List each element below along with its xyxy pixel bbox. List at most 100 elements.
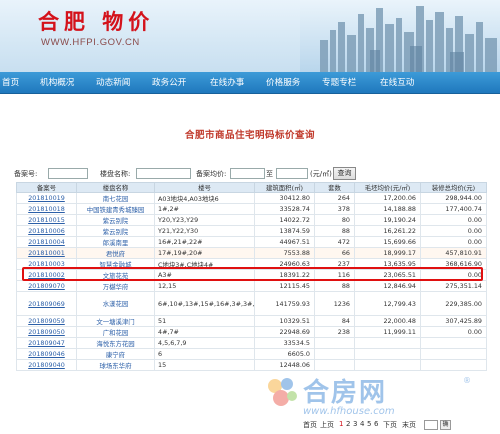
nav-online-service[interactable]: 在线办事 [210,72,244,94]
price-min-input[interactable] [230,168,265,179]
table-row[interactable]: 201809070 万樾华府 12,15 12115.45 88 12,846.94 275… [16,280,487,292]
units-cell: 1236 [314,291,355,316]
table-row[interactable]: 201809047 海悦东方花园 4,5,6,7,9 33534.5 [16,337,487,349]
building-cell: 12,15 [154,280,255,292]
table-row[interactable]: 201809059 文一塘溪津门 51 10329.51 84 22,000.48 307,… [16,315,487,327]
unit-price-cell [354,359,421,371]
project-name-cell[interactable]: 南七花园 [76,192,155,204]
unit-price-cell: 12,846.94 [354,280,421,292]
units-cell [314,337,355,349]
nav-home[interactable]: 首页 [2,72,19,94]
table-row[interactable]: 201809046 康宁府 6 6605.0 [16,348,487,360]
nav-interaction[interactable]: 在线互动 [380,72,414,94]
table-row[interactable]: 201810004 郎溪南里 16#,21#,22# 44967.51 472 15,69… [16,236,487,248]
decoration-price-cell: 298,944.00 [420,192,487,204]
record-number-cell[interactable]: 201809070 [16,280,77,292]
nav-price-service[interactable]: 价格服务 [266,72,300,94]
project-name-cell[interactable]: 球场东华府 [76,359,155,371]
decoration-price-cell: 457,810.91 [420,247,487,259]
search-button[interactable]: 查询 [333,167,356,180]
decoration-price-cell [420,337,487,349]
record-number-cell[interactable]: 201810006 [16,225,77,237]
record-number-cell[interactable]: 201810001 [16,247,77,259]
area-cell: 141759.93 [254,291,315,316]
units-cell: 472 [314,236,355,248]
area-cell: 33534.5 [254,337,315,349]
building-cell: A03地块4,A03地块6 [154,192,255,204]
table-row[interactable]: 201809069水漾花园6#,10#,13#,15#,16#,3#,3#,11… [16,291,487,316]
project-name-cell[interactable]: 海悦东方花园 [76,337,155,349]
pager-page-2[interactable]: 2 [346,420,350,428]
record-number-cell[interactable]: 201809040 [16,359,77,371]
pager-page-4[interactable]: 4 [360,420,364,428]
pager-first[interactable]: 首页 [303,420,317,430]
table-row[interactable]: 201810019 南七花园 A03地块4,A03地块6 30412.80 264 17,… [16,192,487,204]
unit-price-cell: 11,999.11 [354,326,421,338]
project-name-cell[interactable]: 万樾华府 [76,280,155,292]
column-header: 楼盘名称 [76,182,155,193]
project-name-cell[interactable]: 郎溪南里 [76,236,155,248]
building-cell: 17#,19#,20# [154,247,255,259]
project-name-cell[interactable]: 文一塘溪津门 [76,315,155,327]
project-name-cell[interactable]: 水漾花园 [76,291,155,316]
nav-about[interactable]: 机构概况 [40,72,74,94]
project-name-input[interactable] [136,168,191,179]
pager-next[interactable]: 下页 [383,420,397,430]
record-number-cell[interactable]: 201809046 [16,348,77,360]
project-name-cell[interactable]: 中国铁建青秀城臻园 [76,203,155,215]
record-number-cell[interactable]: 201810018 [16,203,77,215]
nav-special-topics[interactable]: 专题专栏 [322,72,356,94]
column-header: 备案号 [16,182,77,193]
site-logo-title[interactable]: 合肥 物价 [38,6,154,36]
project-name-cell[interactable]: 君悦府 [76,247,155,259]
record-number-input[interactable] [48,168,88,179]
table-body: 201810019 南七花园 A03地块4,A03地块6 30412.80 264 17,… [16,192,487,371]
pager-page-3[interactable]: 3 [353,420,357,428]
column-header: 毛坯均价(元/㎡) [354,182,421,193]
unit-price-cell: 12,799.43 [354,291,421,316]
hfhouse-logo-icon [268,378,297,406]
record-number-cell[interactable]: 201810015 [16,214,77,226]
table-row[interactable]: 201809040 球场东华府 15 12448.06 [16,359,487,371]
pager-page-5[interactable]: 5 [367,420,371,428]
record-number-cell[interactable]: 201809047 [16,337,77,349]
table-header-row: 备案号 楼盘名称 楼号 建筑面积(㎡) 套数 毛坯均价(元/㎡) 装修总均价(元… [16,182,487,193]
unit-price-cell: 15,699.66 [354,236,421,248]
project-name-label: 楼盘名称: [100,170,131,178]
pager-page-1[interactable]: 1 [339,420,343,428]
project-name-cell[interactable]: 广和花园 [76,326,155,338]
building-cell: 4,5,6,7,9 [154,337,255,349]
units-cell: 378 [314,203,355,215]
pager-prev[interactable]: 上页 [320,420,334,430]
decoration-price-cell: 307,425.89 [420,315,487,327]
record-number-cell[interactable]: 201810019 [16,192,77,204]
decoration-price-cell: 275,351.14 [420,280,487,292]
area-cell: 12115.45 [254,280,315,292]
record-number-cell[interactable]: 201810004 [16,236,77,248]
project-name-cell[interactable]: 康宁府 [76,348,155,360]
table-row[interactable]: 201810006 紫云别院 Y21,Y22,Y30 13874.59 88 16,261… [16,225,487,237]
table-row[interactable]: 201809050 广和花园 4#,7# 22948.69 238 11,999.11 0.… [16,326,487,338]
units-cell [314,359,355,371]
pager-last[interactable]: 末页 [402,420,416,430]
building-cell: 6#,10#,13#,15#,16#,3#,3#,11# [154,291,255,316]
price-max-input[interactable] [276,168,308,179]
project-name-cell[interactable]: 紫云别院 [76,225,155,237]
table-row[interactable]: 201810015 紫云别院 Y20,Y23,Y29 14022.72 80 19,190… [16,214,487,226]
site-url: WWW.HFPI.GOV.CN [41,37,140,48]
record-number-cell[interactable]: 201809069 [16,291,77,316]
pager-page-6[interactable]: 6 [374,420,378,428]
record-number-cell[interactable]: 201809050 [16,326,77,338]
nav-public-affairs[interactable]: 政务公开 [152,72,186,94]
table-row[interactable]: 201810001 君悦府 17#,19#,20# 7553.88 66 18,999.1… [16,247,487,259]
area-cell: 14022.72 [254,214,315,226]
page-go-button[interactable]: 确 [440,420,451,430]
area-cell: 33528.74 [254,203,315,215]
nav-news[interactable]: 动态新闻 [96,72,130,94]
building-cell: 15 [154,359,255,371]
project-name-cell[interactable]: 紫云别院 [76,214,155,226]
table-row[interactable]: 201810018 中国铁建青秀城臻园 1#,2# 33528.74 378 14,188… [16,203,487,215]
column-header: 楼号 [154,182,255,193]
page-jump-input[interactable] [424,420,438,430]
record-number-cell[interactable]: 201809059 [16,315,77,327]
